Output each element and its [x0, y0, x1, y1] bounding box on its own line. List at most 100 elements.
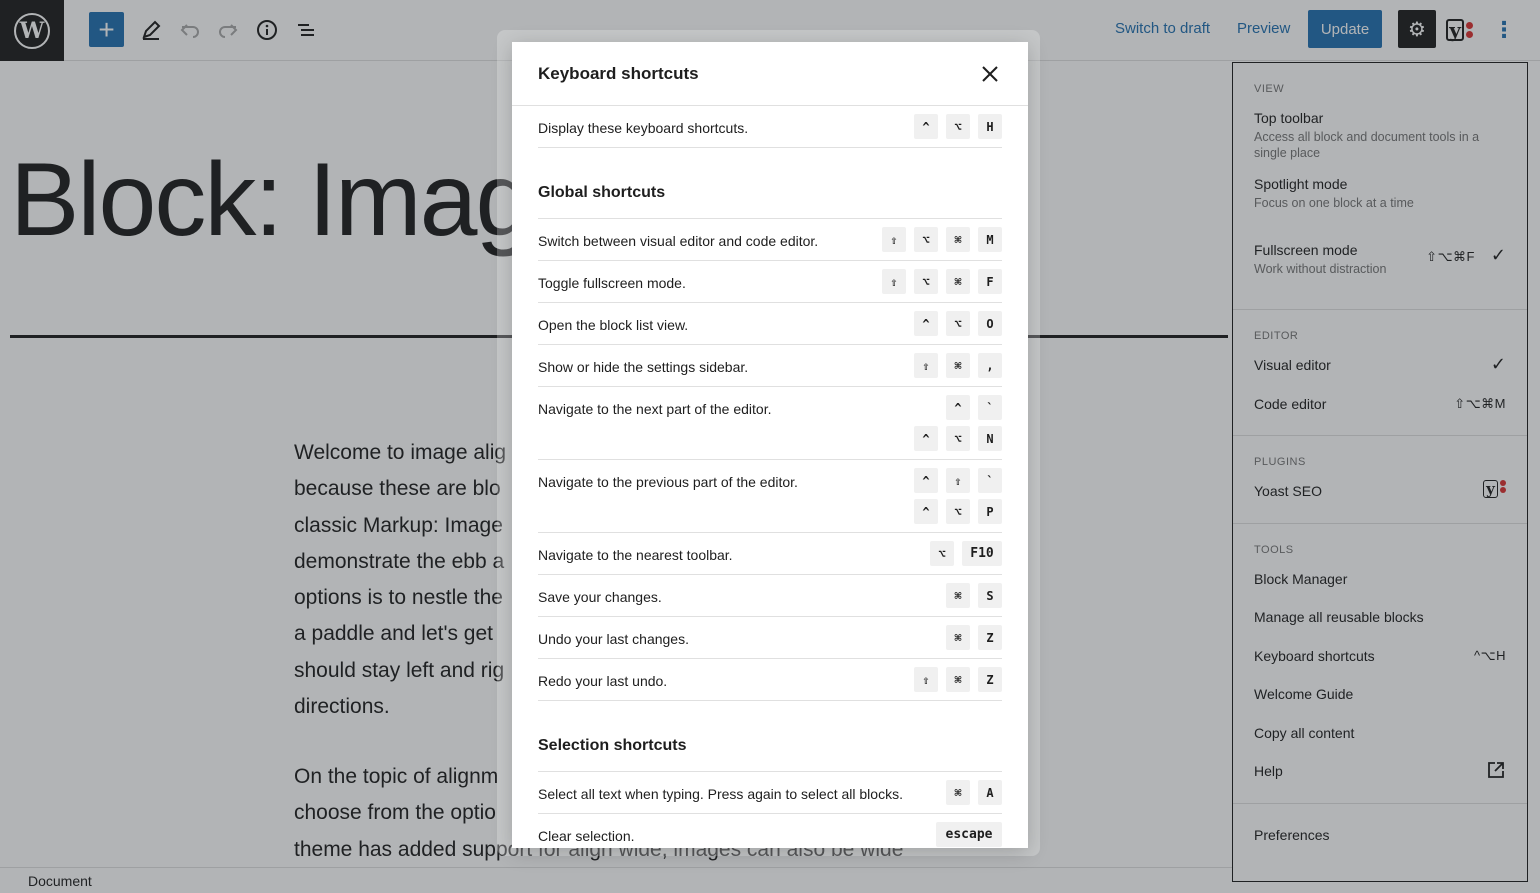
shortcut-description: Navigate to the nearest toolbar. — [538, 547, 733, 563]
key-cap: ⌥ — [914, 269, 938, 294]
shortcut-row: Open the block list view. ^ ⌥ O — [538, 303, 1002, 345]
shortcut-row: Navigate to the next part of the editor.… — [538, 387, 1002, 460]
key-cap: ⇧ — [882, 269, 906, 294]
shortcut-description: Select all text when typing. Press again… — [538, 786, 903, 802]
shortcut-keys: ^ ⇧ ` ^ ⌥ P — [914, 460, 1002, 532]
key-cap: O — [978, 311, 1002, 336]
key-combination: ^ ⌥ H — [914, 114, 1002, 139]
shortcut-keys: escape — [936, 814, 1002, 848]
shortcut-keys: ⌘ Z — [946, 617, 1002, 658]
key-cap: ` — [978, 395, 1002, 420]
key-cap: ⌘ — [946, 780, 970, 805]
key-cap: H — [978, 114, 1002, 139]
key-cap: ^ — [914, 426, 938, 451]
key-cap: , — [978, 353, 1002, 378]
shortcut-row: Save your changes. ⌘ S — [538, 575, 1002, 617]
key-cap: ⇧ — [914, 353, 938, 378]
shortcut-description: Show or hide the settings sidebar. — [538, 359, 749, 375]
modal-title: Keyboard shortcuts — [538, 64, 699, 83]
key-cap: Z — [978, 667, 1002, 692]
section-title: Selection shortcuts — [538, 701, 1002, 772]
key-combination: ⇧ ⌥ ⌘ F — [882, 269, 1002, 294]
shortcut-keys: ⇧ ⌥ ⌘ M — [882, 219, 1002, 260]
close-button[interactable] — [978, 62, 1002, 86]
shortcut-row: Redo your last undo. ⇧ ⌘ Z — [538, 659, 1002, 701]
key-cap: M — [978, 227, 1002, 252]
key-combination: ⇧ ⌘ Z — [914, 667, 1002, 692]
key-cap: ^ — [914, 468, 938, 493]
key-cap: ⇧ — [914, 667, 938, 692]
key-cap: ⌘ — [946, 353, 970, 378]
key-cap: ^ — [914, 311, 938, 336]
shortcut-keys: ⌥ F10 — [930, 533, 1002, 574]
key-cap: ^ — [914, 114, 938, 139]
key-cap: ⌥ — [946, 114, 970, 139]
key-cap: escape — [936, 822, 1002, 847]
shortcut-keys: ^ ` ^ ⌥ N — [914, 387, 1002, 459]
shortcut-keys: ^ ⌥ H — [914, 106, 1002, 147]
key-cap: N — [978, 426, 1002, 451]
shortcut-description: Navigate to the previous part of the edi… — [538, 474, 798, 490]
key-cap: Z — [978, 625, 1002, 650]
key-combination: ⌘ Z — [946, 625, 1002, 650]
key-cap: ⌘ — [946, 269, 970, 294]
shortcut-row: Select all text when typing. Press again… — [538, 772, 1002, 814]
shortcut-list: Display these keyboard shortcuts. ^ ⌥ H Glob… — [512, 106, 1028, 848]
key-cap: ⌥ — [946, 426, 970, 451]
key-cap: ^ — [914, 499, 938, 524]
shortcut-row: Switch between visual editor and code ed… — [538, 219, 1002, 261]
key-cap: ⌘ — [946, 583, 970, 608]
shortcut-keys: ⇧ ⌘, — [914, 345, 1002, 386]
key-combination: ⇧ ⌘, — [914, 353, 1002, 378]
key-cap: ⌥ — [946, 311, 970, 336]
shortcut-keys: ⌘ S — [946, 575, 1002, 616]
key-cap: ⌥ — [914, 227, 938, 252]
shortcut-keys: ⇧ ⌥ ⌘ F — [882, 261, 1002, 302]
key-combination: ⌥ F10 — [930, 541, 1002, 566]
shortcut-keys: ^ ⌥ O — [914, 303, 1002, 344]
key-cap: F — [978, 269, 1002, 294]
key-cap: F10 — [962, 541, 1002, 566]
shortcut-row: Toggle fullscreen mode. ⇧ ⌥ ⌘ F — [538, 261, 1002, 303]
shortcut-keys: ⌘ A — [946, 772, 1002, 813]
shortcut-description: Undo your last changes. — [538, 631, 689, 647]
key-cap: S — [978, 583, 1002, 608]
key-combination: ^ ⌥ P — [914, 499, 1002, 524]
keyboard-shortcuts-modal: Keyboard shortcuts Display these keyboar… — [512, 42, 1028, 848]
key-combination: escape — [936, 822, 1002, 847]
key-combination: ^ ⇧ ` — [914, 468, 1002, 493]
shortcut-row: Clear selection. escape — [538, 814, 1002, 848]
key-cap: ⇧ — [946, 468, 970, 493]
shortcut-description: Clear selection. — [538, 828, 635, 844]
shortcut-description: Save your changes. — [538, 589, 662, 605]
close-icon — [982, 66, 998, 82]
shortcut-description: Toggle fullscreen mode. — [538, 275, 686, 291]
shortcut-row: Display these keyboard shortcuts. ^ ⌥ H — [538, 106, 1002, 148]
key-cap: P — [978, 499, 1002, 524]
key-cap: ⌘ — [946, 625, 970, 650]
shortcut-row: Show or hide the settings sidebar. ⇧ ⌘, — [538, 345, 1002, 387]
key-combination: ⌘ A — [946, 780, 1002, 805]
key-cap: ⇧ — [882, 227, 906, 252]
shortcut-row: Navigate to the nearest toolbar. ⌥ F10 — [538, 533, 1002, 575]
key-cap: A — [978, 780, 1002, 805]
key-cap: ⌥ — [930, 541, 954, 566]
shortcut-description: Redo your last undo. — [538, 673, 668, 689]
key-combination: ^ ` — [946, 395, 1002, 420]
shortcut-row: Undo your last changes. ⌘ Z — [538, 617, 1002, 659]
key-cap: ⌘ — [946, 667, 970, 692]
shortcut-row: Navigate to the previous part of the edi… — [538, 460, 1002, 533]
key-cap: ` — [978, 468, 1002, 493]
key-combination: ^ ⌥ N — [914, 426, 1002, 451]
key-combination: ⌘ S — [946, 583, 1002, 608]
shortcut-keys: ⇧ ⌘ Z — [914, 659, 1002, 700]
shortcut-description: Display these keyboard shortcuts. — [538, 120, 749, 136]
key-cap: ^ — [946, 395, 970, 420]
shortcut-description: Open the block list view. — [538, 317, 689, 333]
key-cap: ⌥ — [946, 499, 970, 524]
key-cap: ⌘ — [946, 227, 970, 252]
key-combination: ⇧ ⌥ ⌘ M — [882, 227, 1002, 252]
section-title: Global shortcuts — [538, 148, 1002, 219]
modal-header: Keyboard shortcuts — [512, 42, 1028, 106]
shortcut-description: Navigate to the next part of the editor. — [538, 401, 772, 417]
